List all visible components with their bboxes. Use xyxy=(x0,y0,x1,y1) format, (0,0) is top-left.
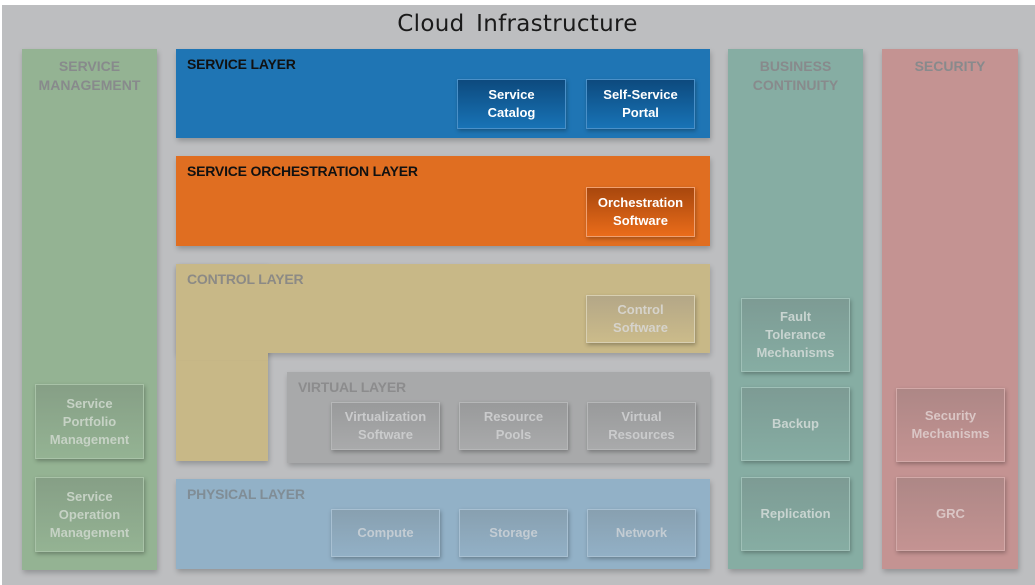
storage-box[interactable]: Storage xyxy=(459,509,568,557)
business-continuity-title: BUSINESS CONTINUITY xyxy=(752,58,839,93)
physical-layer: PHYSICAL LAYER Compute Storage Network xyxy=(176,479,710,569)
security-mechanisms-box[interactable]: Security Mechanisms xyxy=(896,388,1005,462)
virtualization-software-box[interactable]: Virtualization Software xyxy=(331,402,440,450)
control-layer-title: CONTROL LAYER xyxy=(187,271,304,287)
top-border xyxy=(0,0,1035,5)
service-orchestration-layer: SERVICE ORCHESTRATION LAYER Orchestratio… xyxy=(176,156,710,246)
service-layer-title: SERVICE LAYER xyxy=(187,56,296,72)
left-border xyxy=(0,0,2,585)
business-continuity-column: BUSINESS CONTINUITY Fault Tolerance Mech… xyxy=(728,49,863,569)
grc-box[interactable]: GRC xyxy=(896,477,1005,551)
virtual-layer: VIRTUAL LAYER Virtualization Software Re… xyxy=(287,372,710,463)
replication-box[interactable]: Replication xyxy=(741,477,850,551)
diagram-title: Cloud Infrastructure xyxy=(397,11,638,37)
service-operation-management-box[interactable]: Service Operation Management xyxy=(35,477,144,552)
virtual-layer-title: VIRTUAL LAYER xyxy=(298,379,406,395)
service-management-column: SERVICE MANAGEMENT Service Portfolio Man… xyxy=(22,49,157,570)
compute-box[interactable]: Compute xyxy=(331,509,440,557)
service-portfolio-management-box[interactable]: Service Portfolio Management xyxy=(35,384,144,459)
self-service-portal-box[interactable]: Self-Service Portal xyxy=(586,79,695,129)
service-catalog-box[interactable]: Service Catalog xyxy=(457,79,566,129)
service-management-title: SERVICE MANAGEMENT xyxy=(38,58,141,93)
service-layer: SERVICE LAYER Service Catalog Self-Servi… xyxy=(176,49,710,138)
virtual-resources-box[interactable]: Virtual Resources xyxy=(587,402,696,450)
security-title: SECURITY xyxy=(914,58,986,74)
backup-box[interactable]: Backup xyxy=(741,387,850,461)
security-column: SECURITY Security Mechanisms GRC xyxy=(882,49,1018,569)
orchestration-software-box[interactable]: Orchestration Software xyxy=(586,187,695,237)
service-orchestration-layer-title: SERVICE ORCHESTRATION LAYER xyxy=(187,163,418,179)
resource-pools-box[interactable]: Resource Pools xyxy=(459,402,568,450)
control-software-box[interactable]: Control Software xyxy=(586,295,695,343)
control-layer-leg-cover xyxy=(176,340,268,360)
physical-layer-title: PHYSICAL LAYER xyxy=(187,486,305,502)
fault-tolerance-mechanisms-box[interactable]: Fault Tolerance Mechanisms xyxy=(741,298,850,372)
network-box[interactable]: Network xyxy=(587,509,696,557)
